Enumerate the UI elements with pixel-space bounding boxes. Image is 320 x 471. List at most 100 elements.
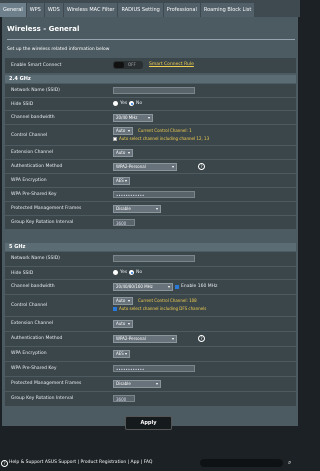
select-value: 20/40/80/160 MHz <box>116 284 153 289</box>
encryption-select-5[interactable]: AES ▾ <box>113 350 130 358</box>
encryption-label: WPA Encryption <box>11 351 47 356</box>
chevron-down-icon: ▾ <box>167 284 170 289</box>
chevron-down-icon: ▾ <box>127 298 130 303</box>
current-channel-text: Current Control Channel: 108 <box>138 298 197 303</box>
bandwidth-select-5[interactable]: 20/40/80/160 MHz ▾ <box>113 283 173 291</box>
auto-channel-label: Auto select channel including DFS channe… <box>119 306 207 311</box>
control-channel-label: Control Channel <box>11 133 48 138</box>
psk-label: WPA Pre-Shared Key <box>11 366 57 371</box>
ssid-row-5: Network Name (SSID) <box>5 252 296 267</box>
pmf-row-5: Protected Management Frames Disable ▾ <box>5 377 296 392</box>
tab-radius[interactable]: RADIUS Setting <box>118 3 163 17</box>
section-5ghz: 5 GHz <box>5 243 296 251</box>
select-value: 20/40 MHz <box>116 115 138 120</box>
hide-ssid-no-radio[interactable] <box>129 270 134 275</box>
chevron-down-icon: ▾ <box>155 381 158 386</box>
auth-row-24: Authentication Method WPA2-Personal ▾ ? <box>5 160 296 174</box>
chevron-down-icon: ▾ <box>171 336 174 341</box>
auth-label: Authentication Method <box>11 336 63 341</box>
chevron-down-icon: ▾ <box>171 164 174 169</box>
search-icon[interactable]: ⌕ <box>288 459 291 467</box>
hide-ssid-no-radio[interactable] <box>129 101 134 106</box>
control-channel-row-5: Control Channel Auto ▾ Current Control Ch… <box>5 295 296 317</box>
smart-connect-row: Enable Smart Connect OFF Smart Connect R… <box>5 58 296 74</box>
select-value: AES <box>116 351 124 356</box>
select-value: Auto <box>116 150 126 155</box>
section-label: 5 GHz <box>9 244 26 250</box>
toggle-knob <box>114 62 124 68</box>
radio-label-no: No <box>136 101 143 106</box>
divider <box>7 39 295 40</box>
smart-connect-rule-link[interactable]: Smart Connect Rule <box>149 62 194 67</box>
footer-search-input[interactable] <box>200 459 283 467</box>
select-value: AES <box>116 178 124 183</box>
psk-row-24: WPA Pre-Shared Key •••••••••••• <box>5 188 296 202</box>
ssid-input-5[interactable] <box>113 255 195 262</box>
footer: ? Help & Support ASUS Support | Product … <box>0 456 300 471</box>
psk-row-5: WPA Pre-Shared Key •••••••••••• <box>5 362 296 377</box>
encryption-label: WPA Encryption <box>11 178 47 183</box>
chevron-down-icon: ▾ <box>127 321 130 326</box>
gkr-label: Group Key Rotation Interval <box>11 220 74 225</box>
pmf-select-24[interactable]: Disable ▾ <box>113 205 161 213</box>
tab-bar: General WPS WDS Wireless MAC Filter RADI… <box>0 0 300 17</box>
control-channel-select-24[interactable]: Auto ▾ <box>113 127 133 135</box>
control-channel-select-5[interactable]: Auto ▾ <box>113 297 133 305</box>
tab-roaming-block[interactable]: Roaming Block List <box>200 3 255 17</box>
tab-wps[interactable]: WPS <box>26 3 44 17</box>
auth-row-5: Authentication Method WPA2-Personal ▾ ? <box>5 332 296 347</box>
tab-professional[interactable]: Professional <box>163 3 200 17</box>
auth-label: Authentication Method <box>11 164 63 169</box>
ext-channel-label: Extension Channel <box>11 321 53 326</box>
bandwidth-select-24[interactable]: 20/40 MHz ▾ <box>113 114 153 122</box>
ext-channel-select-5[interactable]: Auto ▾ <box>113 320 133 328</box>
bandwidth-label: Channel bandwidth <box>11 284 55 289</box>
tab-mac-filter[interactable]: Wireless MAC Filter <box>63 3 118 17</box>
select-value: Auto <box>116 298 126 303</box>
hide-ssid-row-5: Hide SSID Yes No <box>5 267 296 280</box>
ext-channel-label: Extension Channel <box>11 150 53 155</box>
main-panel: Wireless - General Set up the wireless r… <box>2 17 298 426</box>
select-value: Disable <box>116 381 131 386</box>
ssid-label: Network Name (SSID) <box>11 88 60 93</box>
section-label: 2.4 GHz <box>9 76 31 82</box>
psk-input-5[interactable]: •••••••••••• <box>113 365 195 372</box>
hide-ssid-yes-radio[interactable] <box>113 270 118 275</box>
chevron-down-icon: ▾ <box>127 128 130 133</box>
help-circle-icon: ? <box>1 460 8 467</box>
tab-general[interactable]: General <box>0 3 26 17</box>
chevron-down-icon: ▾ <box>124 178 127 183</box>
section-2-4ghz: 2.4 GHz <box>5 75 296 83</box>
pmf-select-5[interactable]: Disable ▾ <box>113 380 161 388</box>
help-icon[interactable]: ? <box>198 335 205 342</box>
bandwidth-row-24: Channel bandwidth 20/40 MHz ▾ <box>5 111 296 125</box>
ssid-label: Network Name (SSID) <box>11 256 60 261</box>
footer-links[interactable]: Help & Support ASUS Support | Product Re… <box>9 460 152 465</box>
gkr-input-5[interactable]: 3600 <box>113 395 135 402</box>
auto-channel-checkbox-24[interactable] <box>113 137 117 141</box>
ssid-row-24: Network Name (SSID) <box>5 84 296 98</box>
hide-ssid-label: Hide SSID <box>11 271 34 276</box>
auth-select-5[interactable]: WPA2-Personal ▾ <box>113 335 177 343</box>
hide-ssid-yes-radio[interactable] <box>113 101 118 106</box>
enable-160-checkbox[interactable] <box>175 285 179 289</box>
tab-wds[interactable]: WDS <box>44 3 63 17</box>
ssid-input-24[interactable] <box>113 87 195 94</box>
encryption-select-24[interactable]: AES ▾ <box>113 177 130 185</box>
gkr-row-5: Group Key Rotation Interval 3600 <box>5 392 296 407</box>
select-value: Auto <box>116 321 126 326</box>
help-icon[interactable]: ? <box>198 163 205 170</box>
radio-label-yes: Yes <box>120 270 128 275</box>
ext-channel-select-24[interactable]: Auto ▾ <box>113 149 133 157</box>
smart-connect-toggle[interactable]: OFF <box>113 61 143 69</box>
pmf-label: Protected Management Frames <box>11 381 82 386</box>
apply-button[interactable]: Apply <box>125 416 172 430</box>
auto-channel-checkbox-5[interactable] <box>113 307 117 311</box>
ext-channel-row-5: Extension Channel Auto ▾ <box>5 317 296 332</box>
auto-channel-label: Auto select channel including channel 12… <box>119 136 210 141</box>
select-value: WPA2-Personal <box>116 164 146 169</box>
gkr-input-24[interactable]: 3600 <box>113 219 135 226</box>
control-channel-label: Control Channel <box>11 303 48 308</box>
auth-select-24[interactable]: WPA2-Personal ▾ <box>113 163 177 171</box>
psk-input-24[interactable]: •••••••••••• <box>113 191 195 198</box>
